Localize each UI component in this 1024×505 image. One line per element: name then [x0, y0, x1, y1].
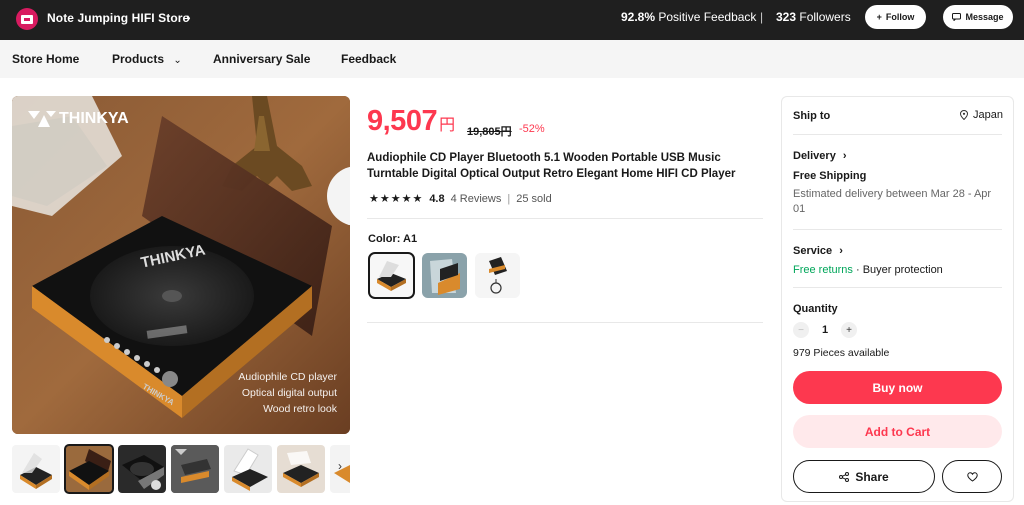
followers-number: 323	[776, 10, 797, 24]
ship-to-label: Ship to	[793, 110, 831, 122]
overlay-line-3: Wood retro look	[263, 403, 337, 415]
panel-divider	[793, 229, 1002, 230]
delivery-label: Delivery	[793, 150, 836, 162]
store-name-link[interactable]: Note Jumping HIFI Store	[47, 11, 189, 25]
color-swatch-2[interactable]	[422, 253, 467, 298]
free-returns: Free returns	[793, 264, 853, 276]
share-icon	[839, 471, 850, 482]
brand-logo: THINKYA	[28, 110, 129, 128]
brand-name: THINKYA	[59, 110, 129, 127]
nav-store-home[interactable]: Store Home	[12, 52, 79, 66]
main-product-image[interactable]: THINKYA THINKYA THINKYA Audiophile CD pl…	[12, 96, 350, 434]
thumbnail[interactable]	[12, 445, 60, 493]
chevron-right-icon: ›	[839, 245, 843, 257]
service-label: Service	[793, 245, 833, 257]
nav-products[interactable]: Products ⌄	[112, 52, 182, 66]
product-title: Audiophile CD Player Bluetooth 5.1 Woode…	[367, 152, 736, 180]
quantity-label: Quantity	[793, 303, 838, 315]
image-overlay-text: Audiophile CD player Optical digital out…	[238, 369, 337, 417]
ship-to-country: Japan	[973, 109, 1003, 121]
thumbnail[interactable]	[224, 445, 272, 493]
original-price: 19,805円	[467, 126, 512, 138]
header-divider: |	[760, 10, 764, 24]
quantity-increase-button[interactable]: +	[841, 322, 857, 338]
quantity-value[interactable]: 1	[822, 324, 828, 336]
followers-count: 323 Followers	[776, 10, 851, 24]
thinkya-logo-icon	[28, 111, 56, 127]
delivery-link[interactable]: Delivery ›	[793, 150, 847, 162]
nav-feedback[interactable]: Feedback	[341, 52, 396, 66]
message-label: Message	[965, 12, 1004, 22]
price-value: 9,507	[367, 105, 438, 137]
follow-label: Follow	[885, 12, 915, 22]
rating-value: 4.8	[429, 192, 445, 205]
star-rating-icon: ★★★★★	[369, 193, 424, 205]
reviews-link[interactable]: 4 Reviews	[451, 193, 502, 205]
store-nav: Store Home Products ⌄ Anniversary Sale F…	[0, 40, 1024, 78]
location-pin-icon	[960, 110, 968, 120]
nav-anniversary-sale[interactable]: Anniversary Sale	[213, 52, 310, 66]
chevron-right-icon[interactable]: ›	[186, 9, 191, 25]
chevron-down-icon: ⌄	[173, 55, 182, 66]
buy-now-button[interactable]: Buy now	[793, 371, 1002, 404]
message-button[interactable]: Message	[943, 5, 1013, 29]
ship-to-selector[interactable]: Japan	[960, 109, 1003, 121]
rating-row: ★★★★★ 4.8 4 Reviews | 25 sold	[369, 192, 552, 206]
color-swatch-3[interactable]	[475, 253, 520, 298]
rating-divider: |	[507, 192, 511, 205]
panel-divider	[793, 134, 1002, 135]
price-currency: 円	[439, 117, 456, 134]
purchase-panel: Ship to Japan Delivery › Free Shipping E…	[781, 96, 1014, 502]
store-header-bar: Note Jumping HIFI Store › 92.8% Positive…	[0, 0, 1024, 40]
plus-icon: +	[876, 12, 882, 22]
current-price: 9,507 円	[367, 105, 455, 138]
followers-label: Followers	[799, 10, 851, 24]
thumbnail-strip: ›	[12, 444, 350, 494]
color-label: Color: A1	[368, 233, 418, 245]
overlay-line-1: Audiophile CD player	[238, 371, 337, 383]
store-logo[interactable]	[16, 8, 38, 30]
panel-divider	[793, 287, 1002, 288]
estimated-delivery: Estimated delivery between Mar 28 - Apr …	[793, 188, 992, 215]
feedback-label: Positive Feedback	[658, 10, 757, 24]
wishlist-button[interactable]	[942, 460, 1002, 493]
service-link[interactable]: Service ›	[793, 245, 843, 257]
pieces-available: 979 Pieces available	[793, 347, 890, 359]
share-button[interactable]: Share	[793, 460, 935, 493]
chat-bubble-icon	[952, 13, 962, 21]
thumbnail[interactable]	[64, 444, 114, 494]
info-divider	[367, 322, 763, 323]
thumbnail[interactable]	[118, 445, 166, 493]
quantity-decrease-button[interactable]: −	[793, 322, 809, 338]
follow-button[interactable]: + Follow	[865, 5, 926, 29]
overlay-line-2: Optical digital output	[241, 387, 337, 399]
chevron-right-icon: ›	[842, 150, 847, 162]
discount-badge: -52%	[519, 123, 545, 135]
service-details: Free returns · Buyer protection	[793, 264, 943, 276]
nav-products-label: Products	[112, 52, 165, 66]
share-label: Share	[855, 469, 889, 484]
thumbnail[interactable]	[171, 445, 219, 493]
feedback-percentage: 92.8%	[621, 10, 656, 24]
thumbnail[interactable]	[277, 445, 325, 493]
sold-count: 25 sold	[516, 192, 552, 205]
add-to-cart-button[interactable]: Add to Cart	[793, 415, 1002, 448]
buyer-protection: · Buyer protection	[855, 264, 943, 276]
free-shipping-label: Free Shipping	[793, 170, 867, 182]
heart-icon	[966, 471, 978, 482]
positive-feedback: 92.8% Positive Feedback	[621, 10, 756, 24]
chevron-right-icon[interactable]: ›	[338, 459, 342, 473]
color-swatch-a1[interactable]	[368, 252, 415, 299]
info-divider	[367, 218, 763, 219]
